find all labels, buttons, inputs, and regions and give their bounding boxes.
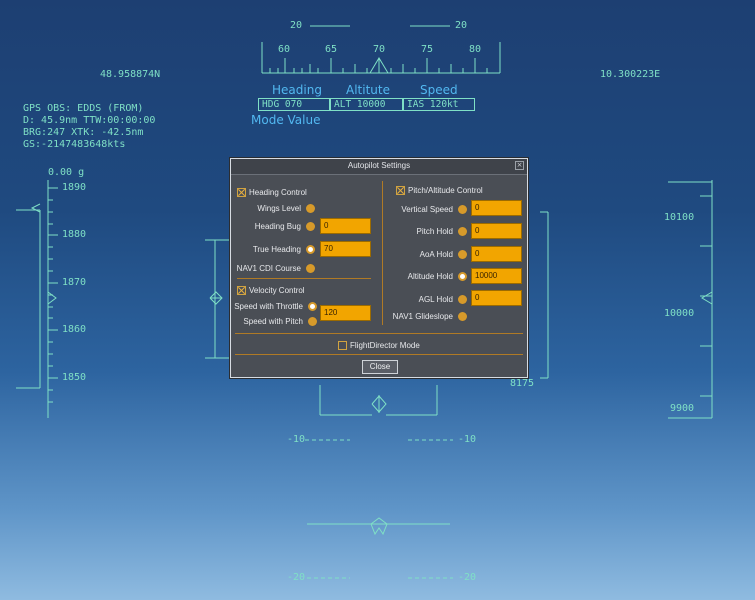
- nav1-cdi-label: NAV1 CDI Course: [236, 264, 301, 273]
- nav1-glideslope-label: NAV1 Glideslope: [392, 312, 453, 321]
- bottom-separator-bottom: [235, 354, 523, 355]
- heading-tick-65: 65: [325, 44, 338, 55]
- speed-tick-label: 1860: [62, 324, 87, 335]
- aoa-hold-input[interactable]: 0: [471, 246, 522, 262]
- heading-control-checkbox[interactable]: [237, 188, 246, 197]
- nav1-cdi-radio[interactable]: [306, 264, 315, 273]
- altitude-tick-label: 9900: [670, 403, 695, 414]
- heading-tick-80: 80: [469, 44, 482, 55]
- agl-hold-label: AGL Hold: [418, 295, 453, 304]
- gps-distance-line: D: 45.9nm TTW:00:00:00: [23, 115, 156, 126]
- pitch-altitude-control-checkbox[interactable]: [396, 186, 405, 195]
- heading-tick-70: 70: [373, 44, 386, 55]
- close-icon[interactable]: ×: [515, 161, 524, 170]
- latitude-readout: 48.958874N: [100, 69, 161, 80]
- speed-tick-label: 1880: [62, 229, 87, 240]
- heading-control-label: Heading Control: [249, 188, 307, 197]
- flight-director-checkbox[interactable]: [338, 341, 347, 350]
- mode-header-speed: Speed: [420, 83, 458, 97]
- speed-throttle-label: Speed with Throttle: [234, 302, 303, 311]
- velocity-control-checkbox[interactable]: [237, 286, 246, 295]
- heading-tick-75: 75: [421, 44, 434, 55]
- aoa-hold-radio[interactable]: [458, 250, 467, 259]
- mode-value-speed: IAS 120kt: [403, 98, 475, 111]
- mode-header-heading: Heading: [272, 83, 322, 97]
- true-heading-input[interactable]: 70: [320, 241, 371, 257]
- altitude-tick-label: 10100: [664, 212, 695, 223]
- speed-pitch-radio[interactable]: [308, 317, 317, 326]
- gps-obs-line: GPS OBS: EDDS (FROM): [23, 103, 144, 114]
- longitude-readout: 10.300223E: [600, 69, 661, 80]
- speed-throttle-radio[interactable]: [308, 302, 317, 311]
- wings-level-radio[interactable]: [306, 204, 315, 213]
- mode-value-altitude: ALT 10000: [330, 98, 403, 111]
- gps-groundspeed-line: GS:-2147483648kts: [23, 139, 126, 150]
- dialog-title: Autopilot Settings: [347, 161, 411, 170]
- speed-pitch-label: Speed with Pitch: [243, 317, 303, 326]
- heading-bug-radio[interactable]: [306, 222, 315, 231]
- vertical-speed-label: Vertical Speed: [401, 205, 453, 214]
- speed-tick-label: 1890: [62, 182, 87, 193]
- altitude-hold-label: Altitude Hold: [407, 272, 453, 281]
- pitch-label-20-right: 20: [455, 20, 468, 31]
- mode-value-heading: HDG 070: [258, 98, 330, 111]
- bottom-separator-top: [235, 333, 523, 334]
- speed-throttle-input[interactable]: 120: [320, 305, 371, 321]
- velocity-control-label: Velocity Control: [249, 286, 305, 295]
- pitch-label-minus10-right: -10: [458, 434, 477, 445]
- mode-header-altitude: Altitute: [346, 83, 390, 97]
- true-heading-radio[interactable]: [306, 245, 315, 254]
- vertical-speed-radio[interactable]: [458, 205, 467, 214]
- gps-bearing-line: BRG:247 XTK: -42.5nm: [23, 127, 144, 138]
- pitch-hold-input[interactable]: 0: [471, 223, 522, 239]
- pitch-hold-label: Pitch Hold: [416, 227, 453, 236]
- wings-level-label: Wings Level: [257, 204, 301, 213]
- speed-tick-label: 1850: [62, 372, 87, 383]
- g-load-readout: 0.00 g: [48, 167, 85, 178]
- dialog-title-bar[interactable]: Autopilot Settings ×: [231, 159, 527, 175]
- speed-tick-label: 1870: [62, 277, 87, 288]
- aoa-hold-label: AoA Hold: [419, 250, 453, 259]
- flight-director-label: FlightDirector Mode: [350, 341, 420, 350]
- agl-hold-input[interactable]: 0: [471, 290, 522, 306]
- pitch-altitude-control-label: Pitch/Altitude Control: [408, 186, 483, 195]
- mode-value-label: Mode Value: [251, 113, 321, 127]
- vertical-speed-input[interactable]: 0: [471, 200, 522, 216]
- group-separator: [237, 278, 371, 279]
- altitude-hold-input[interactable]: 10000: [471, 268, 522, 284]
- pitch-label-minus20-right: -20: [458, 572, 477, 583]
- pitch-hold-radio[interactable]: [458, 227, 467, 236]
- nav1-glideslope-radio[interactable]: [458, 312, 467, 321]
- heading-bug-input[interactable]: 0: [320, 218, 371, 234]
- altitude-hold-radio[interactable]: [458, 272, 467, 281]
- autopilot-settings-dialog: Autopilot Settings × Heading Control Win…: [230, 158, 528, 378]
- heading-tick-60: 60: [278, 44, 291, 55]
- pitch-label-minus10-left: -10: [287, 434, 306, 445]
- altitude-tick-label: 10000: [664, 308, 695, 319]
- pitch-label-20-left: 20: [290, 20, 303, 31]
- agl-hold-radio[interactable]: [458, 295, 467, 304]
- vertical-speed-readout: 8175: [510, 378, 535, 389]
- close-button[interactable]: Close: [362, 360, 398, 374]
- pitch-label-minus20-left: -20: [287, 572, 306, 583]
- heading-bug-label: Heading Bug: [254, 222, 301, 231]
- true-heading-label: True Heading: [252, 245, 301, 254]
